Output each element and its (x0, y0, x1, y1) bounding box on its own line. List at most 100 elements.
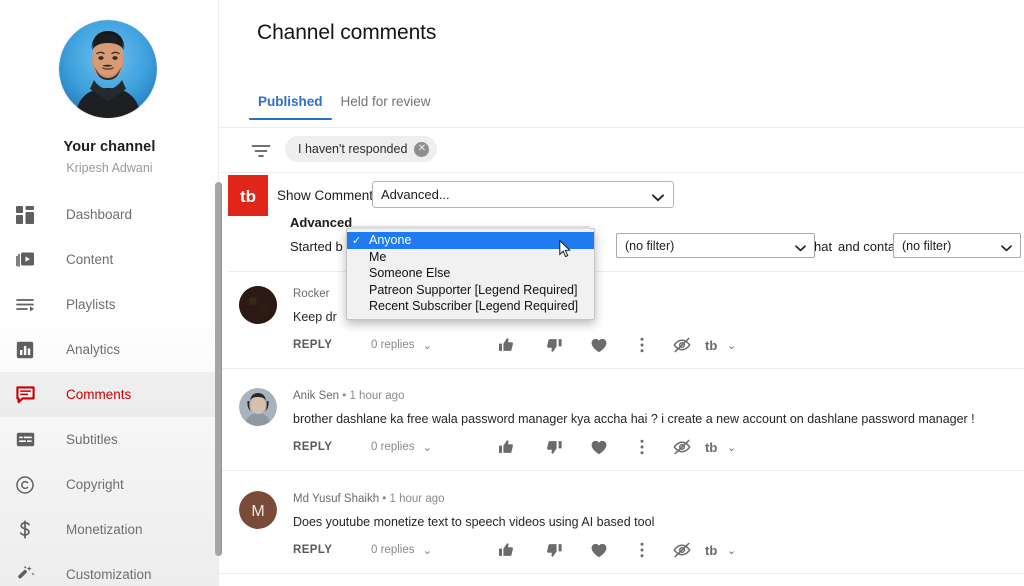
tubebuddy-comment-menu[interactable]: tb ⌄ (705, 338, 736, 353)
heart-icon[interactable] (587, 335, 611, 355)
check-icon: ✓ (352, 234, 369, 247)
tubebuddy-icon: tb (235, 186, 261, 206)
reply-button[interactable]: REPLY (293, 544, 371, 556)
sidebar-item-label: Playlists (66, 297, 116, 312)
chevron-down-icon: ⌄ (727, 441, 736, 454)
filter-bar-divider (219, 172, 1024, 173)
started-by-dropdown[interactable]: ✓ Anyone Me Someone Else Patreon Support… (346, 228, 595, 320)
svg-text:M: M (251, 503, 264, 520)
dropdown-option-patreon-supporter[interactable]: Patreon Supporter [Legend Required] (347, 282, 594, 299)
comment-author[interactable]: Anik Sen (293, 390, 339, 402)
avatar[interactable] (239, 388, 277, 426)
sidebar-nav: Dashboard Content (0, 192, 219, 586)
comment-text: brother dashlane ka free wala password m… (293, 412, 1004, 426)
dropdown-option-me[interactable]: Me (347, 249, 594, 266)
youtube-studio-comments-page: Your channel Kripesh Adwani Dashboard (0, 0, 1024, 586)
replies-toggle[interactable]: 0 replies ⌄ (371, 338, 469, 352)
more-vertical-icon[interactable] (630, 540, 654, 560)
heart-icon[interactable] (587, 437, 611, 457)
thumbs-up-icon[interactable] (494, 437, 518, 457)
that-filter-select[interactable]: (no filter) (616, 233, 815, 258)
heart-icon[interactable] (587, 540, 611, 560)
sidebar-item-label: Monetization (66, 522, 143, 537)
tubebuddy-logo[interactable]: tb (228, 175, 268, 216)
sidebar-item-label: Comments (66, 387, 131, 402)
dashboard-icon (8, 203, 42, 227)
svg-text:tb: tb (705, 440, 717, 455)
vertical-scrollbar[interactable] (215, 182, 222, 556)
comment-row: M Md Yusuf Shaikh • 1 hour ago Does yout… (219, 477, 1024, 569)
chevron-down-icon: ⌄ (422, 440, 432, 454)
more-vertical-icon[interactable] (630, 437, 654, 457)
contain-filter-select[interactable]: (no filter) (893, 233, 1021, 258)
dropdown-option-someone-else[interactable]: Someone Else (347, 265, 594, 282)
dropdown-option-anyone[interactable]: ✓ Anyone (347, 232, 594, 249)
chevron-down-icon: ⌄ (727, 339, 736, 352)
thumbs-up-icon[interactable] (494, 335, 518, 355)
sidebar-item-customization[interactable]: Customization (0, 552, 219, 586)
channel-avatar[interactable] (59, 20, 157, 118)
playlists-icon (8, 293, 42, 317)
chevron-down-icon (795, 241, 806, 255)
avatar[interactable]: M (239, 491, 277, 529)
content-icon (8, 248, 42, 272)
tubebuddy-comment-menu[interactable]: tb ⌄ (705, 543, 736, 558)
filter-chip-i-havent-responded[interactable]: I haven't responded ✕ (285, 136, 437, 162)
replies-toggle[interactable]: 0 replies ⌄ (371, 440, 469, 454)
that-label: hat (814, 239, 832, 254)
sidebar-item-label: Analytics (66, 342, 120, 357)
tab-published[interactable]: Published (249, 94, 332, 120)
comment-author[interactable]: Md Yusuf Shaikh (293, 493, 379, 505)
comments-icon (8, 383, 42, 407)
sidebar-item-playlists[interactable]: Playlists (0, 282, 219, 327)
tubebuddy-icon: tb (705, 543, 722, 558)
avatar[interactable] (239, 286, 277, 324)
copyright-icon (8, 473, 42, 497)
thumbs-up-icon[interactable] (494, 540, 518, 560)
chevron-down-icon (1001, 241, 1012, 255)
tubebuddy-icon: tb (705, 338, 722, 353)
hide-user-icon[interactable] (670, 540, 694, 560)
show-comments-select[interactable]: Advanced... (372, 181, 674, 208)
sidebar-item-copyright[interactable]: Copyright (0, 462, 219, 507)
sidebar-item-monetization[interactable]: Monetization (0, 507, 219, 552)
sidebar-item-subtitles[interactable]: Subtitles (0, 417, 219, 462)
dropdown-option-recent-subscriber[interactable]: Recent Subscriber [Legend Required] (347, 298, 594, 315)
monetization-icon (8, 518, 42, 542)
chevron-down-icon: ⌄ (727, 544, 736, 557)
chevron-down-icon (652, 190, 664, 205)
hide-user-icon[interactable] (670, 335, 694, 355)
dropdown-option-label: Anyone (369, 233, 411, 247)
sidebar-item-comments[interactable]: Comments (0, 372, 219, 417)
svg-text:tb: tb (705, 543, 717, 558)
replies-count: 0 replies (371, 441, 414, 453)
dropdown-option-label: Patreon Supporter [Legend Required] (369, 283, 577, 297)
sidebar-item-dashboard[interactable]: Dashboard (0, 192, 219, 237)
chevron-down-icon: ⌄ (422, 543, 432, 557)
comment-actions: REPLY 0 replies ⌄ (293, 436, 1024, 458)
hide-user-icon[interactable] (670, 437, 694, 457)
comment-author-line: Anik Sen • 1 hour ago (293, 390, 404, 402)
reply-button[interactable]: REPLY (293, 339, 371, 351)
replies-count: 0 replies (371, 339, 414, 351)
close-icon[interactable]: ✕ (414, 142, 429, 157)
svg-text:tb: tb (240, 187, 256, 206)
comment-timestamp: 1 hour ago (349, 390, 404, 402)
started-by-label: Started b (290, 239, 343, 254)
reply-button[interactable]: REPLY (293, 441, 371, 453)
show-comments-value: Advanced... (381, 187, 450, 202)
tab-held-for-review[interactable]: Held for review (332, 94, 440, 120)
svg-text:tb: tb (705, 338, 717, 353)
sidebar-item-label: Copyright (66, 477, 124, 492)
tubebuddy-comment-menu[interactable]: tb ⌄ (705, 440, 736, 455)
thumbs-down-icon[interactable] (542, 437, 566, 457)
comment-author-line: Rocker (293, 288, 329, 300)
more-vertical-icon[interactable] (630, 335, 654, 355)
thumbs-down-icon[interactable] (542, 335, 566, 355)
sidebar-item-analytics[interactable]: Analytics (0, 327, 219, 372)
filter-icon[interactable] (251, 142, 271, 160)
channel-label: Your channel (0, 139, 219, 155)
replies-toggle[interactable]: 0 replies ⌄ (371, 543, 469, 557)
sidebar-item-content[interactable]: Content (0, 237, 219, 282)
thumbs-down-icon[interactable] (542, 540, 566, 560)
